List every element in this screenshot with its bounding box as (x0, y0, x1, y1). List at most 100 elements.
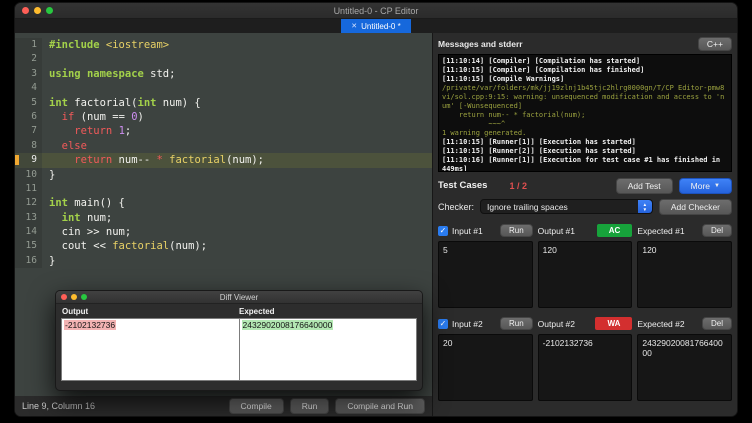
code-line[interactable]: 16} (15, 253, 432, 269)
code-line[interactable]: 8 else (15, 138, 432, 154)
code-token: return (74, 125, 113, 138)
add-test-button[interactable]: Add Test (615, 177, 673, 194)
messages-header: Messages and stderr (438, 39, 523, 49)
line-number: 3 (15, 66, 42, 82)
add-checker-button[interactable]: Add Checker (658, 198, 732, 215)
code-line[interactable]: 15 cout << factorial(num); (15, 239, 432, 254)
code-token: namespace (86, 67, 144, 80)
diff-expected-pane[interactable]: 2432902008176640000 (239, 318, 417, 381)
diff-minimize-icon[interactable] (71, 294, 77, 300)
testcase-checkbox[interactable]: ✓ (438, 225, 448, 236)
code-token: if (61, 110, 75, 123)
code-token: using (49, 67, 81, 80)
verdict-badge: WA (595, 317, 633, 330)
diff-expected-header: Expected (239, 307, 275, 316)
checker-select[interactable]: Ignore trailing spaces ▲ ▼ (480, 199, 653, 214)
output-textarea[interactable]: 120 (537, 241, 633, 308)
input-textarea[interactable]: 5 (438, 241, 533, 308)
code-token: ; (124, 125, 132, 138)
console-line: [11:10:15] [Runner[1]] [Execution has st… (442, 138, 636, 146)
code-line[interactable]: 4 (15, 81, 432, 96)
console-output[interactable]: [11:10:14] [Compiler] [Compilation has s… (438, 54, 732, 172)
console-line: return num-- * factorial(num); (442, 111, 586, 119)
cursor-position: Line 9, Column 16 (22, 401, 96, 411)
code-text: cout << factorial(num); (42, 239, 432, 253)
code-line[interactable]: 2 (15, 52, 432, 67)
code-line[interactable]: 14 cin >> num; (15, 225, 432, 240)
code-token: main() { (67, 197, 125, 210)
compile-button[interactable]: Compile (228, 398, 284, 414)
code-token: std; (143, 67, 176, 80)
code-token: (num); (226, 154, 264, 167)
close-window-icon[interactable] (22, 7, 29, 14)
code-token: } (49, 254, 56, 267)
code-token: factorial( (67, 96, 138, 109)
code-text: else (42, 139, 432, 153)
console-line: [11:10:15] [Compile Warnings] (442, 75, 565, 83)
code-text: int num; (42, 211, 432, 225)
compile-and-run-button[interactable]: Compile and Run (335, 398, 425, 414)
line-number: 16 (15, 253, 42, 269)
diff-output-pane[interactable]: -2102132736 (61, 318, 240, 381)
line-number: 10 (15, 167, 42, 182)
code-token: int (137, 96, 157, 109)
diff-output-header: Output (62, 307, 89, 316)
code-line[interactable]: 1 #include <iostream> (15, 38, 432, 53)
expected-textarea[interactable]: 2432902008176640000 (637, 334, 733, 401)
code-line[interactable]: 12 int main() { (15, 196, 432, 211)
chevron-down-icon: ▼ (714, 182, 720, 189)
console-line: [11:10:16] [Runner[1]] [Execution for te… (442, 156, 725, 172)
code-line[interactable]: 9 return num-- * factorial(num); (15, 153, 432, 168)
code-line[interactable]: 13 int num; (15, 210, 432, 226)
code-line[interactable]: 5 int factorial(int num) { (15, 95, 432, 110)
testcase-boxes: 20 -2102132736 2432902008176640000 (438, 334, 733, 401)
diff-viewer-window[interactable]: Diff Viewer Output Expected -2102132736 … (55, 290, 423, 391)
code-token: int (49, 197, 68, 210)
delete-testcase-button[interactable]: Del (702, 224, 733, 237)
verdict-badge: AC (596, 224, 633, 237)
action-buttons: Compile Run Compile and Run (228, 398, 425, 414)
more-button[interactable]: More ▼ (678, 177, 732, 194)
current-line-marker-icon (15, 155, 19, 166)
run-testcase-button[interactable]: Run (499, 317, 533, 330)
code-line[interactable]: 6 if (num == 0) (15, 109, 432, 125)
language-button[interactable]: C++ (697, 37, 732, 51)
screen: Untitled-0 - CP Editor ✕ Untitled-0 * 1 #… (0, 0, 752, 423)
select-stepper-icon: ▲ ▼ (637, 200, 652, 213)
checker-row: Checker: Ignore trailing spaces ▲ ▼ Add C… (438, 198, 732, 215)
testcase-checkbox[interactable]: ✓ (438, 318, 448, 329)
code-text: using namespace std; (42, 67, 432, 81)
minimize-window-icon[interactable] (34, 7, 41, 14)
testcase-header-row: ✓ Input #2 Run Output #2 WA Expected #2 Del (438, 316, 733, 331)
console-line: [11:10:14] [Compiler] [Compilation has s… (442, 57, 641, 65)
zoom-window-icon[interactable] (46, 7, 53, 14)
run-button[interactable]: Run (289, 398, 330, 414)
code-token: } (49, 168, 56, 181)
expected-textarea[interactable]: 120 (637, 241, 733, 308)
input-textarea[interactable]: 20 (438, 334, 533, 401)
input-label: Input #2 (452, 318, 483, 329)
diff-zoom-icon[interactable] (81, 294, 87, 300)
close-tab-icon[interactable]: ✕ (351, 22, 357, 30)
delete-testcase-button[interactable]: Del (702, 317, 733, 330)
code-line[interactable]: 7 return 1; (15, 124, 432, 139)
code-line[interactable]: 10} (15, 167, 432, 182)
output-textarea[interactable]: -2102132736 (537, 334, 633, 401)
tab-untitled[interactable]: ✕ Untitled-0 * (341, 19, 411, 33)
run-testcase-button[interactable]: Run (499, 224, 533, 237)
code-line[interactable]: 3 using namespace std; (15, 66, 432, 82)
line-number: 12 (15, 196, 42, 211)
code-line[interactable]: 11 (15, 181, 432, 197)
diff-close-icon[interactable] (61, 294, 67, 300)
line-number: 15 (15, 239, 42, 254)
checker-selected-value: Ignore trailing spaces (487, 201, 568, 212)
expected-column-header: Expected #2 Del (637, 317, 733, 330)
expected-column-header: Expected #1 Del (637, 224, 733, 237)
diff-output-value: -2102132736 (64, 320, 117, 330)
line-number: 13 (15, 210, 42, 226)
